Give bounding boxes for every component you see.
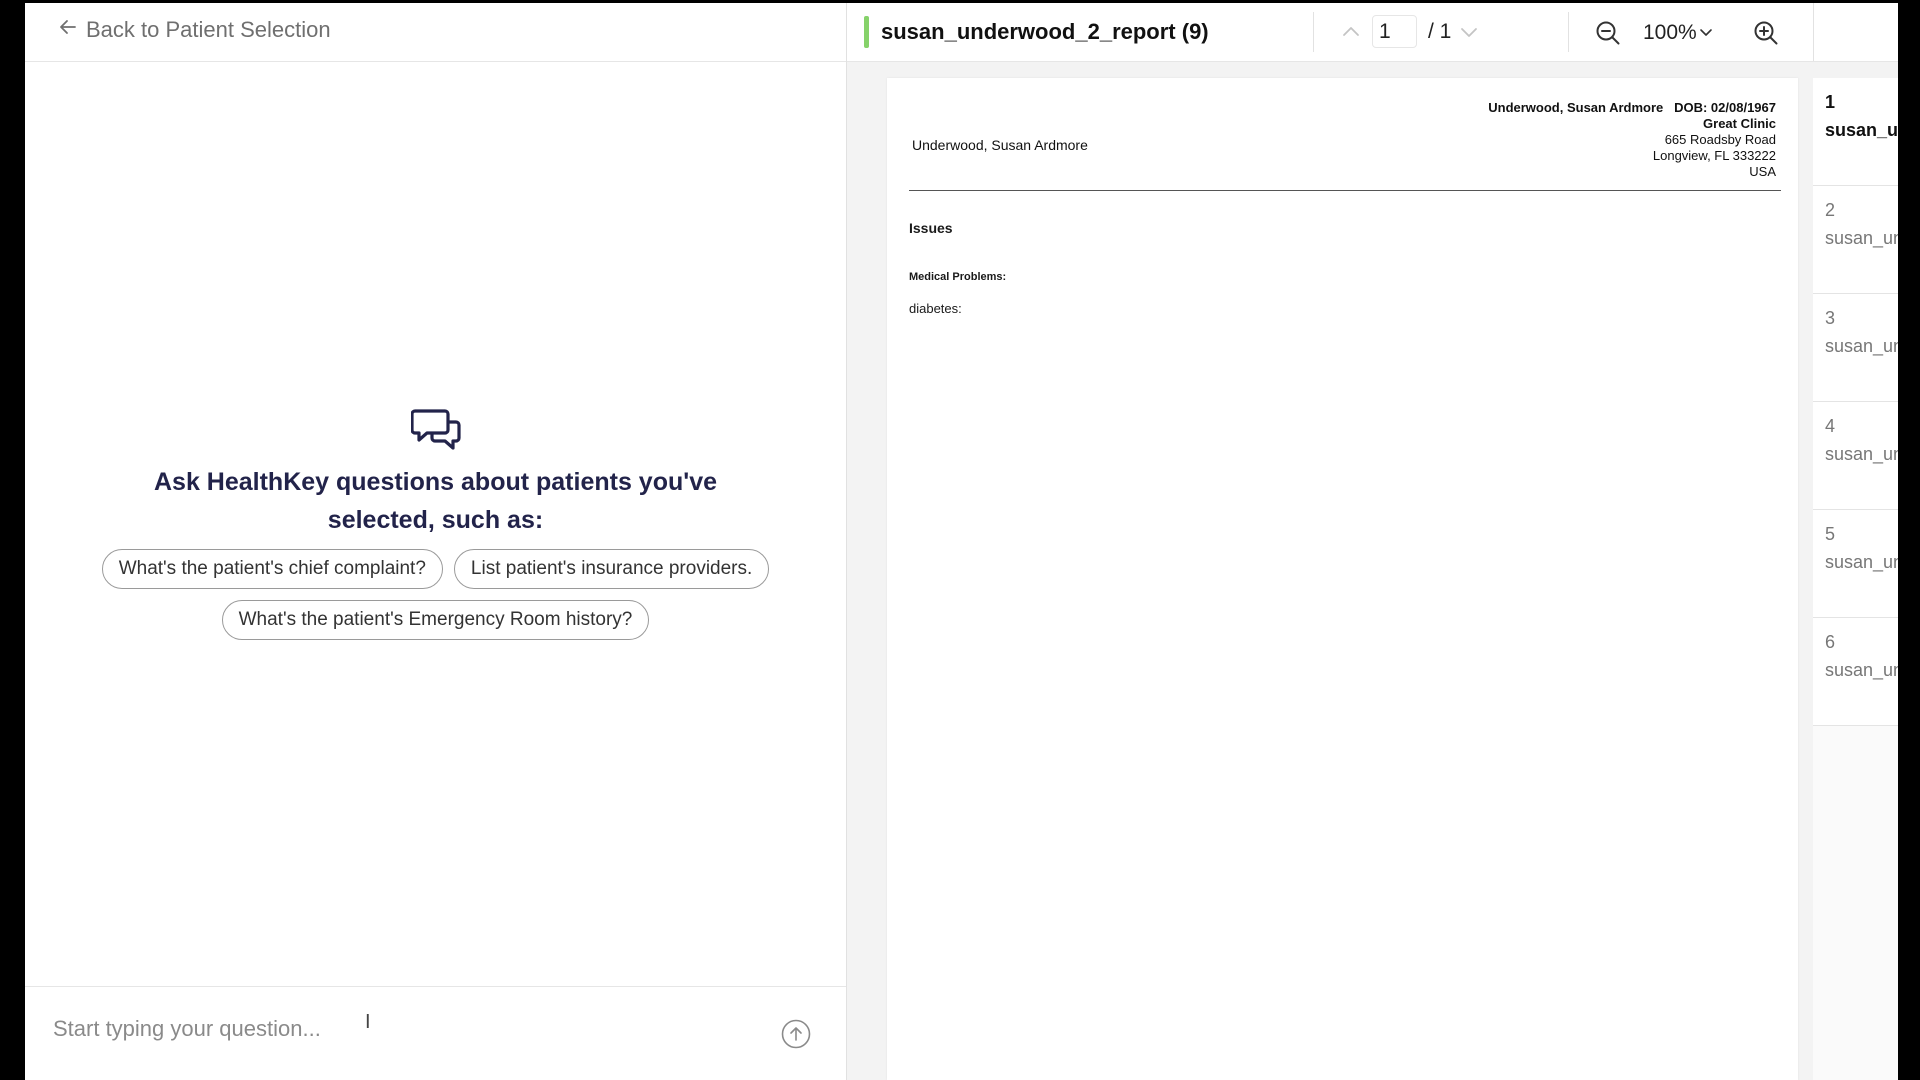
suggestion-insurance-providers[interactable]: List patient's insurance providers. <box>453 549 770 589</box>
thumbnail-number: 6 <box>1825 632 1836 652</box>
thumbnail-name: susan_underwood_2_report <box>1825 228 1898 248</box>
clinic-country: USA <box>1749 164 1776 179</box>
section-title-issues: Issues <box>909 220 953 236</box>
thumbnail-item[interactable]: 3 susan_underwood_2_report <box>1813 294 1898 402</box>
thumbnail-name: susan_underwood_2_report <box>1825 444 1898 464</box>
zoom-level-value: 100% <box>1643 21 1697 44</box>
zoom-level-select[interactable]: 100% <box>1643 21 1713 45</box>
document-viewer: susan_underwood_2_report (9) / 1 100% Un… <box>847 3 1898 1080</box>
chat-bubbles-icon <box>410 409 461 450</box>
text-cursor-icon: I <box>365 1011 371 1033</box>
suggestion-chief-complaint[interactable]: What's the patient's chief complaint? <box>101 549 443 589</box>
zoom-in-icon[interactable] <box>1753 20 1779 46</box>
clinic-address-line2: Longview, FL 333222 <box>1652 148 1776 163</box>
suggestion-er-history[interactable]: What's the patient's Emergency Room hist… <box>221 600 650 640</box>
subsection-title-medical-problems: Medical Problems: <box>909 271 1007 283</box>
toolbar-divider <box>1313 12 1314 52</box>
page-thumbnails: 1 susan_underwood_2_report 2 susan_under… <box>1813 78 1898 1080</box>
chat-header: Back to Patient Selection <box>25 3 846 62</box>
chat-empty-state: Ask HealthKey questions about patients y… <box>25 407 846 539</box>
arrow-left-icon <box>58 17 78 43</box>
page-number-input[interactable] <box>1372 15 1417 48</box>
thumbnail-number: 2 <box>1825 200 1836 220</box>
question-input-bar: I <box>25 986 846 1080</box>
chevron-down-icon[interactable] <box>1459 25 1479 41</box>
document-page: Underwood, Susan Ardmore DOB: 02/08/1967… <box>887 78 1798 1080</box>
document-title: susan_underwood_2_report (9) <box>881 19 1209 44</box>
toolbar-divider <box>1813 3 1814 61</box>
back-link-label: Back to Patient Selection <box>86 17 331 42</box>
thumbnail-item[interactable]: 2 susan_underwood_2_report <box>1813 186 1898 294</box>
patient-name: Underwood, Susan Ardmore <box>912 137 1088 153</box>
thumbnail-name: susan_underwood_2_report <box>1825 336 1898 356</box>
document-header-block: Underwood, Susan Ardmore DOB: 02/08/1967… <box>1488 100 1776 180</box>
toolbar-divider <box>1568 12 1569 52</box>
chevron-up-icon[interactable] <box>1341 23 1361 39</box>
thumbnail-name: susan_underwood_2_report <box>1825 120 1898 140</box>
back-to-patient-selection-link[interactable]: Back to Patient Selection <box>58 17 331 43</box>
thumbnail-item[interactable]: 6 susan_underwood_2_report <box>1813 618 1898 726</box>
header-divider <box>909 190 1781 191</box>
send-arrow-up-icon[interactable] <box>781 1019 811 1049</box>
thumbnail-name: susan_underwood_2_report <box>1825 552 1898 572</box>
thumbnail-number: 5 <box>1825 524 1836 544</box>
patient-name-dob: Underwood, Susan Ardmore DOB: 02/08/1967 <box>1488 100 1776 115</box>
suggestion-row: What's the patient's chief complaint? Li… <box>25 549 846 589</box>
thumbnail-item[interactable]: 4 susan_underwood_2_report <box>1813 402 1898 510</box>
zoom-out-icon[interactable] <box>1595 20 1621 46</box>
clinic-name: Great Clinic <box>1703 116 1776 131</box>
viewer-toolbar: susan_underwood_2_report (9) / 1 100% <box>847 3 1898 62</box>
thumbnail-number: 3 <box>1825 308 1836 328</box>
question-input[interactable] <box>51 1015 755 1043</box>
suggestion-chips: What's the patient's chief complaint? Li… <box>25 549 846 651</box>
chat-panel: Back to Patient Selection Ask HealthKey … <box>25 3 847 1080</box>
thumbnail-number: 1 <box>1825 92 1836 112</box>
page-total: / 1 <box>1428 20 1452 43</box>
document-accent-bar <box>864 16 869 48</box>
thumbnail-item[interactable]: 5 susan_underwood_2_report <box>1813 510 1898 618</box>
chevron-down-icon <box>1699 29 1712 36</box>
thumbnail-name: susan_underwood_2_report <box>1825 660 1898 680</box>
clinic-address-line1: 665 Roadsby Road <box>1664 132 1776 147</box>
suggestion-row: What's the patient's Emergency Room hist… <box>25 600 846 640</box>
thumbnail-item[interactable]: 1 susan_underwood_2_report <box>1813 78 1898 186</box>
prompt-title: Ask HealthKey questions about patients y… <box>153 468 717 534</box>
app-window: Back to Patient Selection Ask HealthKey … <box>25 3 1898 1080</box>
medical-problem-item: diabetes: <box>909 301 962 316</box>
thumbnail-number: 4 <box>1825 416 1836 436</box>
